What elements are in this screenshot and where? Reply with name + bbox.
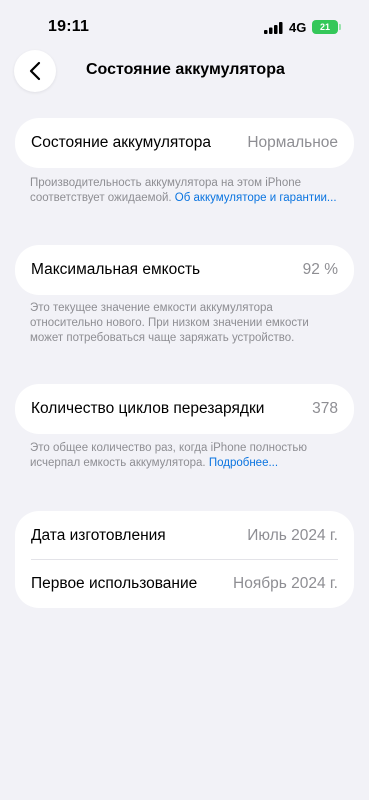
max-capacity-label: Максимальная емкость xyxy=(31,261,201,278)
status-bar: 19:11 4G 21 xyxy=(0,0,369,50)
max-capacity-value: 92 % xyxy=(302,261,338,278)
chevron-left-icon xyxy=(29,61,41,81)
max-capacity-card: Максимальная емкость 92 % xyxy=(15,245,354,295)
cycle-count-note: Это общее количество раз, когда iPhone п… xyxy=(30,441,340,471)
manufacture-date-row: Дата изготовления Июль 2024 г. xyxy=(31,511,338,560)
back-button[interactable] xyxy=(14,50,56,92)
cycle-count-value: 378 xyxy=(312,400,338,417)
battery-health-card: Состояние аккумулятора Нормальное xyxy=(15,118,354,168)
first-use-row: Первое использование Ноябрь 2024 г. xyxy=(31,560,338,608)
network-type: 4G xyxy=(289,20,307,35)
first-use-value: Ноябрь 2024 г. xyxy=(233,575,338,592)
manufacture-date-label: Дата изготовления xyxy=(31,526,166,544)
signal-icon xyxy=(264,22,283,34)
battery-icon: 21 xyxy=(312,20,338,34)
battery-warranty-link[interactable]: Об аккумуляторе и гарантии... xyxy=(175,192,337,204)
cycle-count-label: Количество циклов перезарядки xyxy=(31,400,265,417)
battery-tip xyxy=(339,24,341,30)
page-title: Состояние аккумулятора xyxy=(86,61,285,78)
battery-health-label: Состояние аккумулятора xyxy=(31,134,212,151)
cycle-count-card: Количество циклов перезарядки 378 xyxy=(15,384,354,434)
more-info-link[interactable]: Подробнее... xyxy=(209,457,278,469)
dates-card: Дата изготовления Июль 2024 г. Первое ис… xyxy=(15,511,354,608)
battery-health-value: Нормальное xyxy=(247,134,338,151)
status-time: 19:11 xyxy=(48,18,90,35)
first-use-label: Первое использование xyxy=(31,575,198,592)
max-capacity-note: Это текущее значение емкости аккумулятор… xyxy=(30,302,309,344)
manufacture-date-value: Июль 2024 г. xyxy=(247,526,338,544)
battery-health-note: Производительность аккумулятора на этом … xyxy=(30,176,340,206)
